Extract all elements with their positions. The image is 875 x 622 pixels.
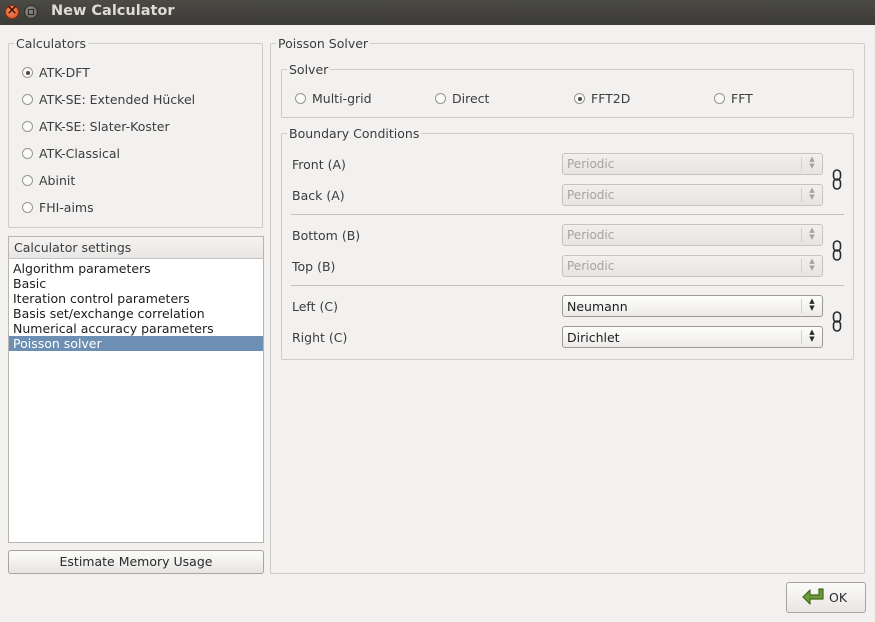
solver-legend: Solver	[287, 62, 331, 77]
ok-arrow-icon	[802, 588, 824, 605]
radio-atk-classical[interactable]	[22, 148, 33, 159]
combo-separator	[801, 188, 802, 202]
left-value: Neumann	[567, 299, 628, 314]
front-label: Front (A)	[292, 157, 346, 172]
list-item[interactable]: Numerical accuracy parameters	[9, 321, 263, 336]
combo-separator	[801, 228, 802, 242]
radio-label[interactable]: FFT	[731, 91, 753, 106]
radio-label[interactable]: ATK-SE: Slater-Koster	[39, 119, 170, 134]
list-item[interactable]: Iteration control parameters	[9, 291, 263, 306]
top-value: Periodic	[567, 259, 615, 273]
back-select[interactable]: Periodic ▲ ▼	[562, 184, 823, 206]
front-select[interactable]: Periodic ▲ ▼	[562, 153, 823, 175]
radio-direct[interactable]	[435, 93, 446, 104]
radio-fhi-aims[interactable]	[22, 202, 33, 213]
minimize-icon[interactable]	[24, 5, 38, 19]
right-value: Dirichlet	[567, 330, 620, 345]
radio-label[interactable]: Multi-grid	[312, 91, 372, 106]
bottom-label: Bottom (B)	[292, 228, 361, 243]
calculators-legend: Calculators	[14, 36, 88, 51]
radio-label[interactable]: Direct	[452, 91, 489, 106]
combo-separator	[801, 157, 802, 171]
close-icon[interactable]	[5, 3, 19, 19]
list-item[interactable]: Basic	[9, 276, 263, 291]
radio-label[interactable]: ATK-Classical	[39, 146, 120, 161]
up-down-arrows-icon: ▲ ▼	[809, 297, 815, 312]
radio-atk-se-slater-koster[interactable]	[22, 121, 33, 132]
list-item[interactable]: Basis set/exchange correlation	[9, 306, 263, 321]
back-label: Back (A)	[292, 188, 345, 203]
window-title: New Calculator	[51, 3, 175, 19]
chain-link-icon[interactable]	[832, 240, 842, 261]
ok-button[interactable]: OK	[786, 582, 866, 613]
radio-label[interactable]: FFT2D	[591, 91, 630, 106]
radio-abinit[interactable]	[22, 175, 33, 186]
estimate-memory-usage-button[interactable]: Estimate Memory Usage	[8, 550, 264, 574]
radio-label[interactable]: ATK-SE: Extended Hückel	[39, 92, 195, 107]
right-label: Right (C)	[292, 330, 348, 345]
top-select[interactable]: Periodic ▲ ▼	[562, 255, 823, 277]
up-down-arrows-icon: ▲ ▼	[809, 155, 815, 170]
list-item-selected[interactable]: Poisson solver	[9, 336, 263, 351]
combo-separator	[801, 299, 802, 313]
left-select[interactable]: Neumann ▲ ▼	[562, 295, 823, 317]
up-down-arrows-icon: ▲ ▼	[809, 186, 815, 201]
up-down-arrows-icon: ▲ ▼	[809, 328, 815, 343]
chain-link-icon[interactable]	[832, 169, 842, 190]
calculator-settings-list: Calculator settings Algorithm parameters…	[8, 236, 264, 543]
up-down-arrows-icon: ▲ ▼	[809, 257, 815, 272]
front-value: Periodic	[567, 157, 615, 171]
radio-fft2d[interactable]	[574, 93, 585, 104]
top-label: Top (B)	[292, 259, 336, 274]
poisson-solver-legend: Poisson Solver	[276, 36, 371, 51]
left-label: Left (C)	[292, 299, 338, 314]
divider	[291, 285, 844, 286]
chain-link-icon[interactable]	[832, 311, 842, 332]
radio-label[interactable]: ATK-DFT	[39, 65, 90, 80]
settings-header: Calculator settings	[9, 237, 263, 259]
combo-separator	[801, 330, 802, 344]
radio-label[interactable]: Abinit	[39, 173, 75, 188]
bottom-value: Periodic	[567, 228, 615, 242]
ok-label: OK	[829, 590, 848, 605]
bottom-select[interactable]: Periodic ▲ ▼	[562, 224, 823, 246]
divider	[291, 214, 844, 215]
radio-atk-se-extended-huckel[interactable]	[22, 94, 33, 105]
radio-atk-dft[interactable]	[22, 67, 33, 78]
right-select[interactable]: Dirichlet ▲ ▼	[562, 326, 823, 348]
up-down-arrows-icon: ▲ ▼	[809, 226, 815, 241]
combo-separator	[801, 259, 802, 273]
radio-label[interactable]: FHI-aims	[39, 200, 94, 215]
boundary-conditions-legend: Boundary Conditions	[287, 126, 422, 141]
title-bar: New Calculator	[0, 0, 875, 25]
radio-fft[interactable]	[714, 93, 725, 104]
list-item[interactable]: Algorithm parameters	[9, 261, 263, 276]
back-value: Periodic	[567, 188, 615, 202]
radio-multi-grid[interactable]	[295, 93, 306, 104]
